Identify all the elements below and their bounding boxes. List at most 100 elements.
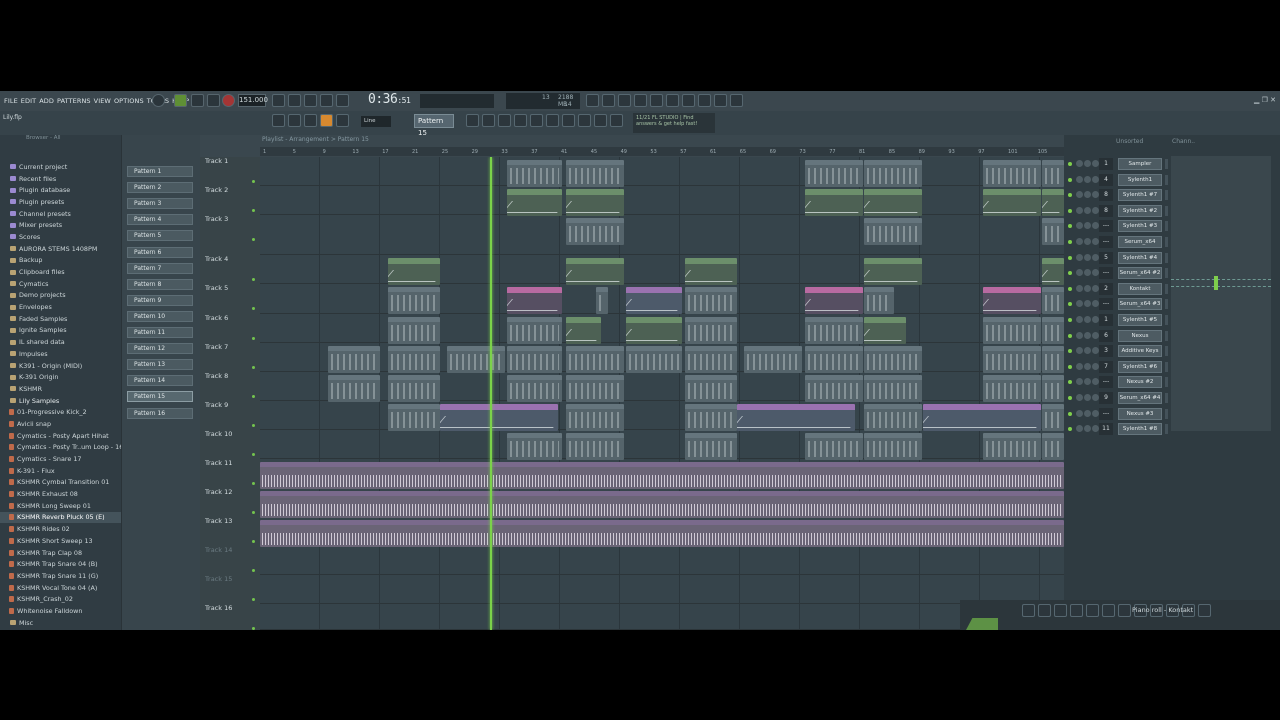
stop-button[interactable] [207,94,220,107]
track-header[interactable]: Track 5 [200,284,260,313]
mixer-track-number[interactable]: --- [1099,236,1113,248]
browser-item[interactable]: 01-Progressive Kick_2 [0,406,121,418]
browser-item[interactable]: Channel presets [0,208,121,220]
pattern-clip[interactable] [864,404,922,431]
pattern-clip[interactable] [388,346,440,373]
channel-name-button[interactable]: Kontakt [1118,282,1162,295]
track-mute-led-icon[interactable] [252,511,255,514]
channel-knob-icon[interactable] [1092,160,1099,167]
channel-name-button[interactable]: Serum_x64 #4 [1118,392,1162,404]
automation-clip[interactable]: Filter - Nexus - Cutoff frequency [923,404,1041,431]
channel-knob-icon[interactable] [1092,222,1099,230]
track-header[interactable]: Track 4 [200,255,260,284]
channel-knob-icon[interactable] [1076,378,1083,386]
channel-name-button[interactable]: Sylenth1 #6 [1118,360,1162,373]
channel-select-bar[interactable] [1165,283,1168,294]
track-mute-led-icon[interactable] [252,453,255,456]
channel-knob-icon[interactable] [1084,269,1091,277]
play-button[interactable] [191,94,204,107]
channel-knob-icon[interactable] [1076,238,1083,245]
pattern-clip[interactable] [864,346,922,373]
channel-led-icon[interactable] [1068,349,1072,354]
channel-row[interactable]: --- Nexus #3 [1068,407,1168,420]
automation-clip[interactable]: Sylenth1 - rOS Cutoff [685,258,737,285]
browser-item[interactable]: IL shared data [0,336,121,348]
track-header[interactable]: Track 11 [200,459,260,488]
arrangement-grid[interactable]: Sylenth1 - rOS Cutoff Sylenth1 - rOS Cuto… [260,157,1064,630]
channel-name-button[interactable]: Sampler [1118,158,1162,170]
channel-led-icon[interactable] [1068,224,1072,229]
pattern-clip[interactable] [744,346,802,373]
automation-clip[interactable]: Filter - Nexus - Cutoff frequency [440,404,558,431]
channel-led-icon[interactable] [1068,396,1072,400]
mixer-track-number[interactable]: 4 [1099,173,1113,186]
audio-clip[interactable]: Lily - SeMMixt Stems Wr_12 [260,491,1064,518]
channel-knob-icon[interactable] [1092,206,1099,214]
channel-knob-icon[interactable] [1084,394,1091,401]
track-mute-led-icon[interactable] [252,337,255,340]
automation-clip[interactable]: Filter - Nexus - Cutoff frequency [737,404,855,431]
channel-knob-icon[interactable] [1092,394,1099,401]
track-mute-led-icon[interactable] [252,598,255,601]
automation-clip[interactable]: Serum - dkoff [864,317,906,344]
channel-row[interactable]: 8 Sylenth1 #7 [1068,189,1168,202]
channel-row[interactable]: 1 Sylenth1 #5 [1068,314,1168,326]
channel-led-icon[interactable] [1068,318,1072,322]
master-volume-knob-icon[interactable] [152,94,165,107]
menu-item-patterns[interactable]: PATTERNS [57,97,91,105]
browser-item[interactable]: Cymatics [0,278,121,290]
track-mute-led-icon[interactable] [252,307,255,310]
track-header[interactable]: Track 10 [200,430,260,459]
browser-item[interactable]: KSHMR Short Sweep 13 [0,535,121,547]
channel-knob-icon[interactable] [1092,331,1099,339]
channel-led-icon[interactable] [1068,208,1072,213]
mixer-track-number[interactable]: 9 [1099,392,1113,404]
track-header[interactable]: Track 15 [200,575,260,604]
track-header[interactable]: Track 16 [200,604,260,633]
channel-knob-icon[interactable] [1092,253,1099,261]
mixer-track-number[interactable]: --- [1099,407,1113,420]
browser-item[interactable]: AURORA STEMS 1408PM [0,243,121,255]
menu-item-edit[interactable]: EDIT [21,97,36,105]
channel-name-button[interactable]: Serum_x64 [1118,236,1162,248]
pattern-clip[interactable] [805,346,863,373]
pattern-clip[interactable] [566,160,624,187]
mixer-track-number[interactable]: 5 [1099,251,1113,264]
pattern-clip[interactable] [864,160,922,187]
pattern-clip[interactable] [507,433,562,460]
mixer-track-number[interactable]: --- [1099,220,1113,233]
pattern-item[interactable]: Pattern 5 [127,230,193,242]
pattern-clip[interactable] [685,404,737,431]
channel-knob-icon[interactable] [1092,191,1099,199]
track-header[interactable]: Track 6 [200,314,260,343]
pattern-item[interactable]: Pattern 6 [127,246,193,258]
mixer-track-number[interactable]: --- [1099,298,1113,311]
browser-item[interactable]: Scores [0,231,121,243]
pattern-clip[interactable] [864,433,922,460]
pattern-song-toggle[interactable] [174,94,187,107]
channel-led-icon[interactable] [1068,364,1072,369]
browser-item[interactable]: KSHMR Long Sweep 01 [0,500,121,512]
track-mute-led-icon[interactable] [252,395,255,398]
channel-row[interactable]: --- Nexus #2 [1068,376,1168,389]
channel-knob-icon[interactable] [1084,222,1091,230]
channel-select-bar[interactable] [1165,268,1168,279]
channel-knob-icon[interactable] [1084,300,1091,308]
browser-item[interactable]: Plugin presets [0,196,121,208]
mixer-track-number[interactable]: 3 [1099,345,1113,358]
channel-knob-icon[interactable] [1076,347,1083,355]
pattern-clip[interactable] [626,346,682,373]
window-controls[interactable]: ▁ ❐ ✕ [1254,96,1276,104]
track-mute-led-icon[interactable] [252,238,255,241]
channel-knob-icon[interactable] [1076,300,1083,308]
channel-led-icon[interactable] [1068,255,1072,260]
pattern-clip[interactable]: Weird Bass [805,375,863,402]
pattern-clip[interactable] [507,346,562,373]
channel-row[interactable]: 8 Sylenth1 #2 [1068,204,1168,217]
piano-roll-handle[interactable] [966,618,998,630]
pattern-clip[interactable] [566,404,624,431]
browser-item[interactable]: Misc [0,617,121,629]
tempo-display[interactable]: 151.000 [238,94,268,107]
channel-knob-icon[interactable] [1092,347,1099,355]
channel-select-bar[interactable] [1165,190,1168,201]
